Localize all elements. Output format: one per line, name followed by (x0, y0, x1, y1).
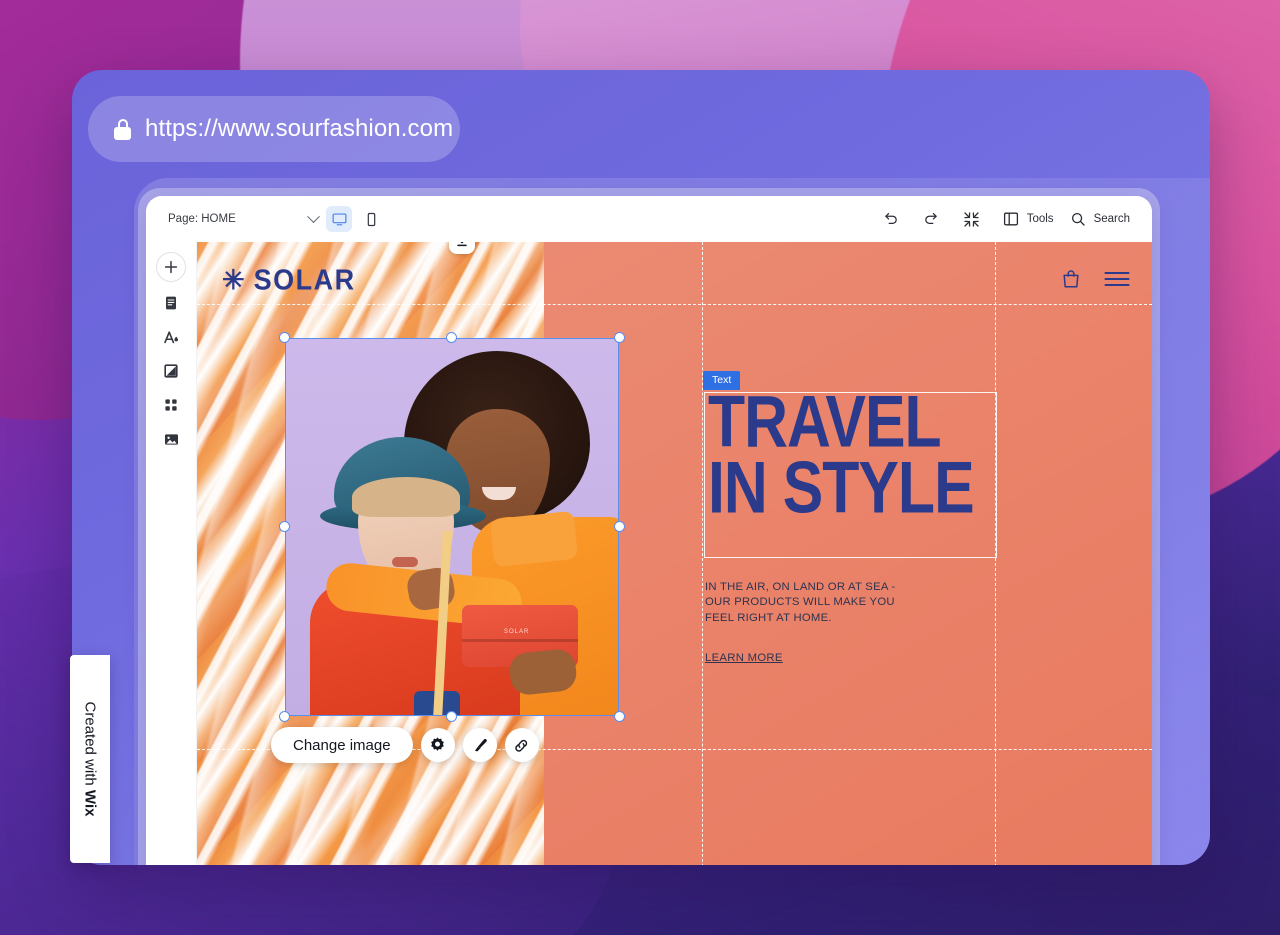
clutch-brand-label: SOLAR (504, 629, 530, 635)
redo-button[interactable] (923, 211, 947, 228)
zoom-out-button[interactable] (963, 211, 987, 228)
sidebar-item-media[interactable] (154, 422, 188, 456)
media-image-icon (164, 433, 178, 445)
panel-layout-icon (1003, 211, 1020, 228)
site-nav-icons (1060, 268, 1130, 295)
image-link-button[interactable] (504, 728, 539, 762)
collapse-icon (963, 211, 980, 228)
viewport-toggle (326, 206, 384, 232)
image-settings-button[interactable] (420, 728, 455, 762)
page-document-icon (166, 296, 176, 310)
site-logo[interactable]: ✳ SOLAR (222, 264, 356, 296)
image-design-button[interactable] (462, 728, 497, 762)
wix-brand: Wix (81, 789, 99, 817)
gear-icon (431, 736, 444, 751)
change-image-button[interactable]: Change image (271, 727, 413, 763)
brush-icon (475, 738, 487, 751)
download-icon (457, 242, 467, 247)
theme-paint-icon (163, 330, 178, 343)
lock-icon (114, 118, 131, 140)
site-header: ✳ SOLAR (197, 242, 1152, 314)
plus-icon (164, 260, 178, 274)
url-bar[interactable]: https://www.sourfashion.com (88, 96, 460, 162)
logo-wordmark: SOLAR (253, 264, 356, 296)
search-label: Search (1093, 213, 1130, 225)
tools-label: Tools (1026, 213, 1054, 225)
background-icon (164, 364, 178, 378)
apps-grid-icon (165, 399, 177, 411)
mobile-view-button[interactable] (358, 206, 384, 232)
editor-body: ✳ SOLAR SOLAR Text TRAVEL IN STYLE IN TH… (146, 242, 1152, 865)
search-button[interactable]: Search (1070, 211, 1130, 228)
hamburger-menu-icon[interactable] (1104, 269, 1130, 294)
sidebar-item-design[interactable] (154, 320, 188, 354)
hero-heading-line2: IN STYLE (708, 447, 975, 530)
sidebar-item-apps[interactable] (154, 388, 188, 422)
hero-heading-element[interactable]: Text TRAVEL IN STYLE (703, 371, 997, 558)
mobile-icon (367, 212, 375, 226)
sidebar-item-background[interactable] (154, 354, 188, 388)
search-icon (1070, 211, 1087, 228)
hero-heading: TRAVEL IN STYLE (708, 381, 1002, 530)
editor-topbar-actions: Tools Search (883, 211, 1130, 228)
shopping-bag-icon[interactable] (1060, 268, 1082, 295)
browser-window: https://www.sourfashion.com Page: HOME T… (72, 70, 1210, 865)
hero-image-element[interactable]: SOLAR (286, 339, 618, 715)
editor-shell: Page: HOME Tools Search ✳ SOLAR SOLAR Te… (138, 188, 1160, 865)
page-selector-label: Page: HOME (168, 213, 236, 225)
editor-sidebar (146, 242, 197, 865)
undo-button[interactable] (883, 211, 907, 228)
created-with-wix-label: Created with Wix (82, 702, 99, 817)
chevron-down-icon (307, 209, 320, 223)
desktop-icon (332, 212, 346, 225)
redo-icon (923, 211, 940, 228)
url-text: https://www.sourfashion.com (145, 115, 454, 142)
hero-photo: SOLAR (286, 339, 618, 715)
created-with-wix-badge[interactable]: Created with Wix (70, 655, 110, 863)
sidebar-item-pages[interactable] (154, 286, 188, 320)
undo-icon (883, 211, 900, 228)
download-button[interactable] (449, 242, 475, 254)
hero-paragraph: IN THE AIR, ON LAND OR AT SEA - OUR PROD… (705, 581, 896, 624)
image-floating-toolbar: Change image (271, 727, 539, 763)
editor-topbar: Page: HOME Tools Search (146, 196, 1152, 242)
wix-editor: Page: HOME Tools Search ✳ SOLAR SOLAR Te… (146, 196, 1152, 865)
editor-canvas[interactable]: ✳ SOLAR SOLAR Text TRAVEL IN STYLE IN TH… (197, 242, 1152, 865)
link-icon (515, 739, 528, 752)
add-element-button[interactable] (156, 252, 186, 282)
desktop-view-button[interactable] (326, 206, 352, 232)
tools-button[interactable]: Tools (1003, 211, 1054, 228)
page-selector[interactable]: Page: HOME (168, 209, 320, 225)
learn-more-link[interactable]: LEARN MORE (705, 652, 783, 664)
wix-badge-prefix: Created with (81, 701, 99, 790)
hero-heading-line1: TRAVEL (708, 381, 942, 464)
asterisk-icon: ✳ (222, 265, 245, 295)
